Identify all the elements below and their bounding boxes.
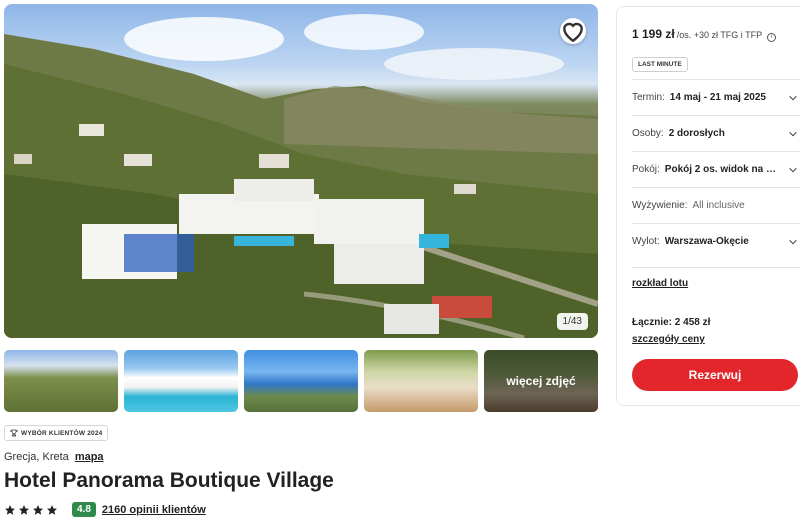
reviews-link[interactable]: 2160 opinii klientów <box>102 504 206 516</box>
chevron-down-icon <box>789 95 797 101</box>
price-details-link[interactable]: szczegóły ceny <box>632 334 705 345</box>
option-value: Pokój 2 os. widok na m... <box>664 164 780 175</box>
rating-row: 4.8 2160 opinii klientów <box>4 502 206 517</box>
option-value: 14 maj - 21 maj 2025 <box>669 92 766 103</box>
thumbnail-2[interactable] <box>124 350 238 412</box>
departure-selector[interactable]: Wylot: Warszawa-Okęcie <box>632 223 800 259</box>
score-badge: 4.8 <box>72 502 96 517</box>
hotel-title: Hotel Panorama Boutique Village <box>4 469 334 492</box>
customer-choice-badge: WYBÓR KLIENTÓW 2024 <box>4 425 109 441</box>
option-value: 2 dorosłych <box>668 128 725 139</box>
term-selector[interactable]: Termin: 14 maj - 21 maj 2025 <box>632 79 800 115</box>
last-minute-badge: LAST MINUTE <box>632 57 688 72</box>
room-selector[interactable]: Pokój: Pokój 2 os. widok na m... <box>632 151 800 187</box>
star-icon <box>19 504 29 515</box>
thumbnail-more[interactable]: więcej zdjęć <box>484 350 598 412</box>
star-icon <box>33 504 43 515</box>
option-label: Wylot: <box>632 236 660 247</box>
divider <box>632 267 800 268</box>
option-value: All inclusive <box>692 200 745 211</box>
photo-counter: 1/43 <box>556 313 588 330</box>
thumbnail-strip: więcej zdjęć <box>4 350 598 412</box>
price-per-person: 1 199 zł <box>632 27 675 41</box>
thumbnail-3[interactable] <box>244 350 358 412</box>
book-button[interactable]: Rezerwuj <box>632 359 798 391</box>
star-icon <box>5 504 15 515</box>
hotel-aerial-illustration <box>4 14 598 338</box>
more-photos-label: więcej zdjęć <box>484 350 598 412</box>
option-label: Termin: <box>632 92 665 103</box>
option-label: Pokój: <box>632 164 660 175</box>
price-row: 1 199 zł /os. +30 zł TFG i TFP i <box>632 27 777 42</box>
option-value: Warszawa-Okęcie <box>664 236 749 247</box>
option-label: Osoby: <box>632 128 664 139</box>
chevron-down-icon <box>789 167 797 173</box>
board-info: Wyżywienie: All inclusive <box>632 187 800 223</box>
hotel-location: Grecja, Kreta mapa <box>4 451 104 463</box>
map-link[interactable]: mapa <box>75 451 104 463</box>
favorite-button[interactable] <box>560 18 586 44</box>
star-rating <box>4 504 58 516</box>
chevron-down-icon <box>789 131 797 137</box>
info-icon[interactable]: i <box>767 33 777 42</box>
heart-icon <box>563 22 583 43</box>
price-suffix: /os. +30 zł TFG i TFP <box>676 30 763 40</box>
location-text: Grecja, Kreta <box>4 451 69 463</box>
booking-panel: 1 199 zł /os. +30 zł TFG i TFP i LAST MI… <box>616 6 800 406</box>
badge-label: WYBÓR KLIENTÓW 2024 <box>21 429 103 437</box>
option-label: Wyżywienie: <box>632 200 688 211</box>
thumbnail-4[interactable] <box>364 350 478 412</box>
flight-schedule-link[interactable]: rozkład lotu <box>632 278 688 289</box>
persons-selector[interactable]: Osoby: 2 dorosłych <box>632 115 800 151</box>
trophy-icon <box>10 429 18 437</box>
main-gallery-image[interactable]: 1/43 <box>4 4 598 338</box>
star-icon <box>47 504 57 515</box>
total-price: Łącznie: 2 458 zł <box>632 317 711 328</box>
chevron-down-icon <box>789 239 797 245</box>
thumbnail-1[interactable] <box>4 350 118 412</box>
